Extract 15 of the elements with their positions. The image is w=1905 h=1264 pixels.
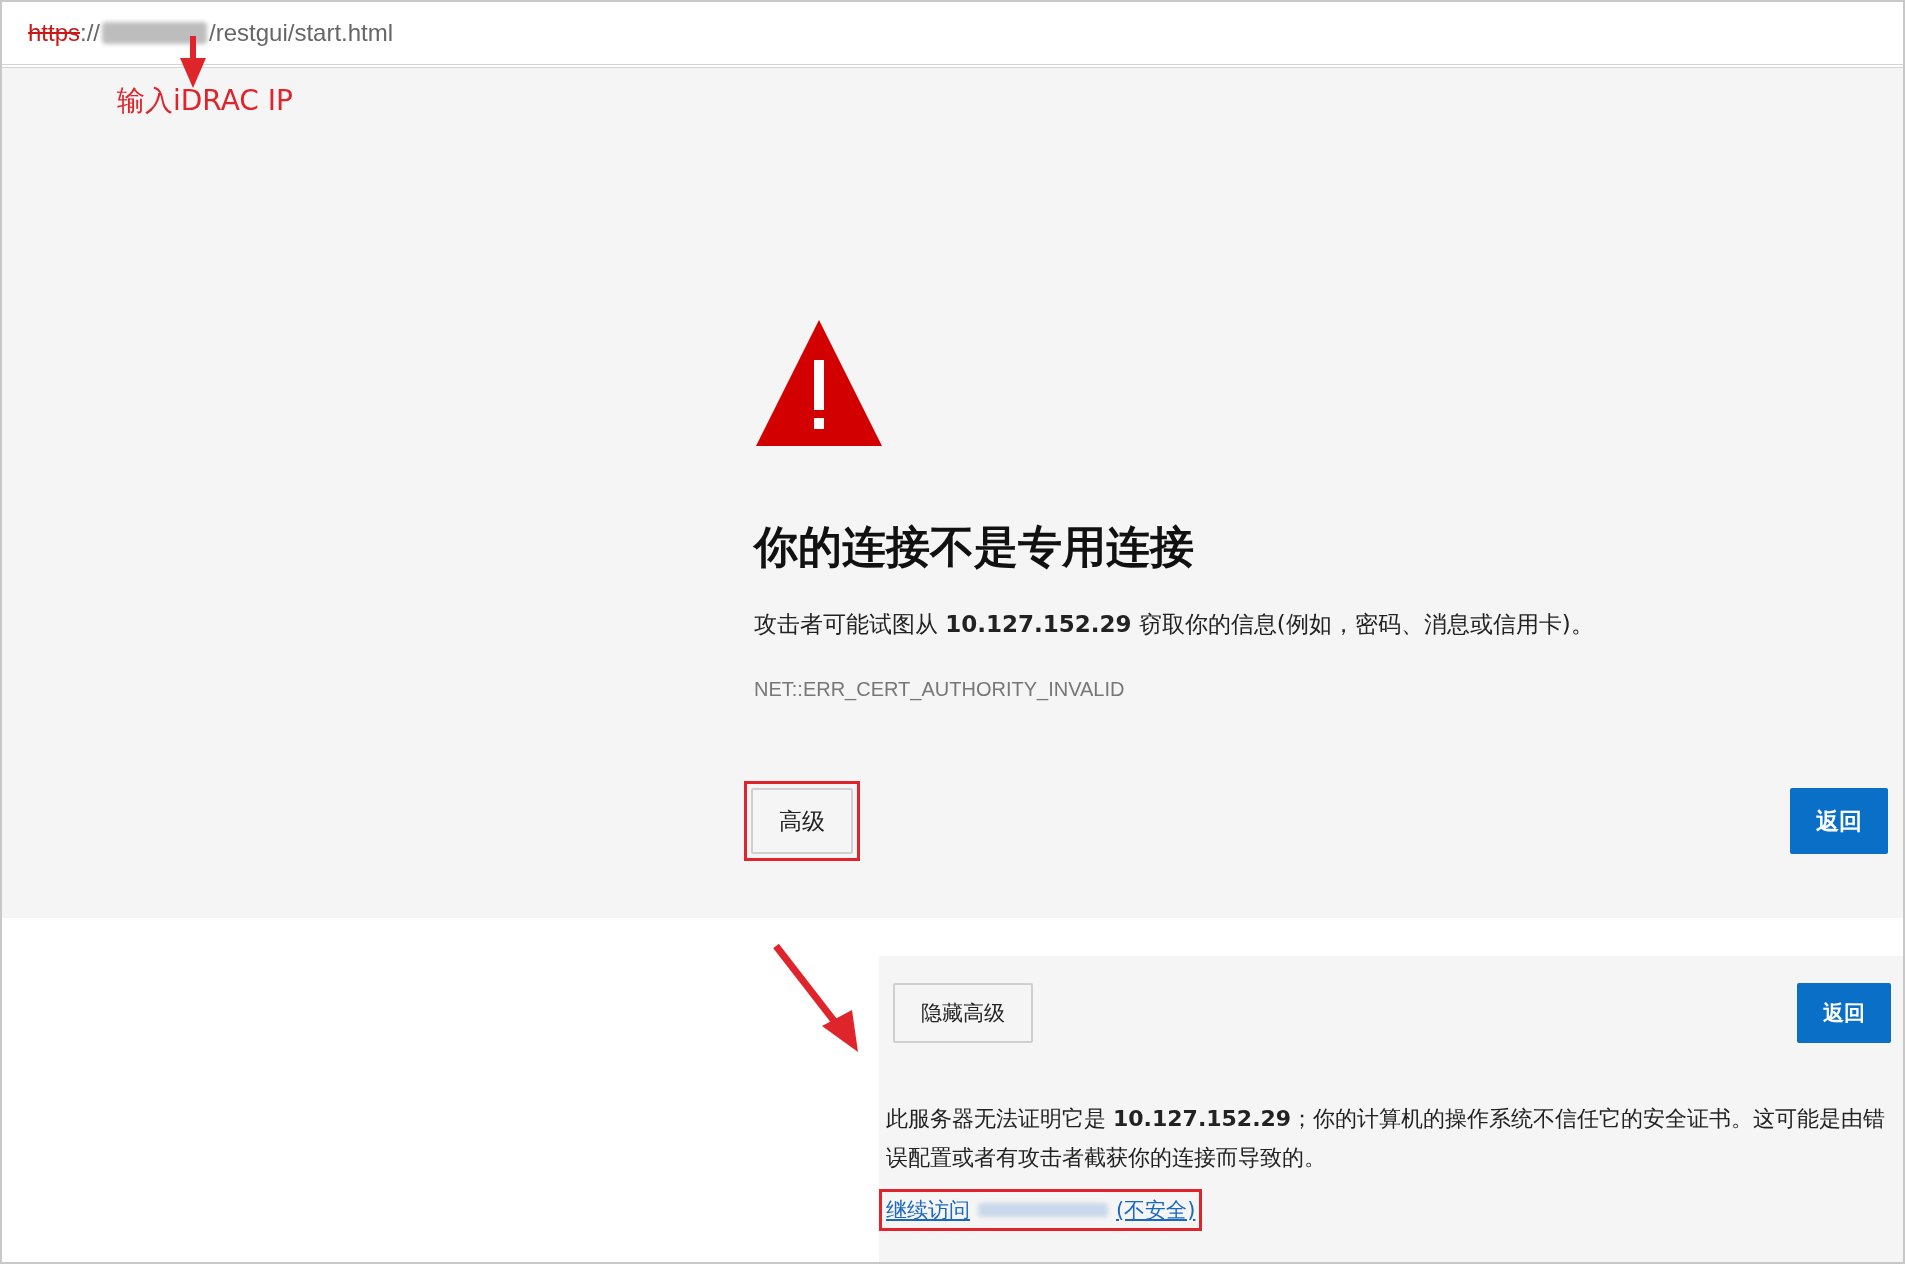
annotation-label: 输入iDRAC IP <box>117 83 293 119</box>
advanced-button[interactable]: 高级 <box>751 788 853 855</box>
warning-message: 攻击者可能试图从 10.127.152.29 窃取你的信息(例如，密码、消息或信用卡)。 <box>754 610 1595 639</box>
continue-link[interactable]: 继续访问 (不安全) <box>886 1196 1196 1224</box>
annotation-arrow <box>178 36 208 88</box>
url-separator: :// <box>80 19 101 47</box>
back-button[interactable]: 返回 <box>1797 983 1891 1043</box>
url-path: /restgui/start.html <box>209 19 394 47</box>
warning-title: 你的连接不是专用连接 <box>754 520 1195 574</box>
warning-icon <box>754 318 884 448</box>
advanced-message: 此服务器无法证明它是 10.127.152.29；你的计算机的操作系统不信任它的安全证书。这可能是由错误配置或者有攻击者截获你的连接而导致的。 <box>886 1105 1887 1172</box>
back-button[interactable]: 返回 <box>1790 788 1888 855</box>
url-scheme: https <box>28 19 81 47</box>
error-code: NET::ERR_CERT_AUTHORITY_INVALID <box>754 678 1126 702</box>
advanced-button[interactable]: 隐藏高级 <box>893 983 1033 1043</box>
